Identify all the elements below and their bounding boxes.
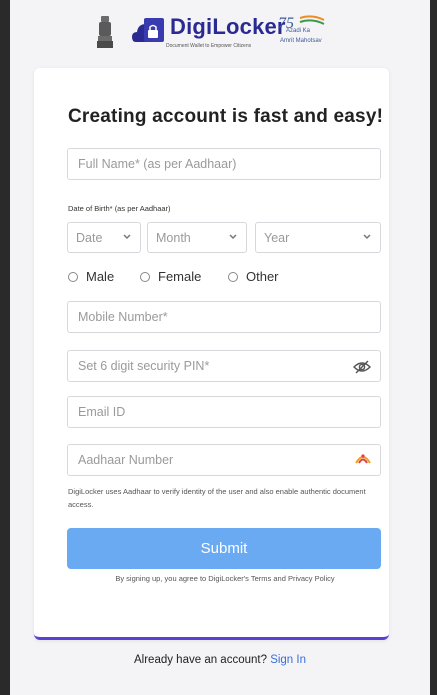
dob-month-select[interactable]: Month: [147, 222, 247, 253]
gender-radio-group: Male Female Other: [68, 269, 368, 289]
signup-card: Creating account is fast and easy! Date …: [34, 68, 389, 640]
signup-page: DigiLocker Document Wallet to Empower Ci…: [10, 0, 430, 695]
dob-date-value: Date: [76, 231, 103, 245]
dob-month-value: Month: [156, 231, 191, 245]
brand-name: DigiLocker: [170, 14, 286, 39]
full-name-input[interactable]: [67, 148, 381, 180]
already-have-account: Already have an account? Sign In: [10, 654, 430, 666]
gender-other-radio[interactable]: Other: [228, 269, 279, 284]
dob-year-select[interactable]: Year: [255, 222, 381, 253]
submit-button[interactable]: Submit: [67, 528, 381, 569]
gender-female-label: Female: [158, 269, 202, 284]
gender-male-radio[interactable]: Male: [68, 269, 114, 284]
aadhaar-logo-icon: [355, 454, 371, 464]
national-emblem-icon: [97, 16, 113, 48]
terms-text: By signing up, you agree to DigiLocker's…: [115, 574, 335, 583]
aadhaar-number-input[interactable]: [67, 444, 381, 476]
gender-male-label: Male: [86, 269, 115, 284]
eye-slash-icon[interactable]: [352, 359, 372, 375]
gender-other-label: Other: [246, 269, 279, 284]
dob-year-value: Year: [264, 231, 290, 245]
security-pin-input[interactable]: [67, 350, 381, 382]
sign-in-link[interactable]: Sign In: [270, 654, 306, 666]
email-input[interactable]: [67, 396, 381, 428]
form-title: Creating account is fast and easy!: [68, 106, 384, 127]
azadi-line2: Amrit Mahotsav: [280, 38, 322, 44]
chevron-down-icon: [229, 234, 237, 240]
radio-circle-icon: [68, 271, 78, 282]
azadi-line1: Azadi Ka: [286, 28, 311, 34]
dob-date-select[interactable]: Date: [67, 222, 141, 253]
mobile-number-input[interactable]: [67, 301, 381, 333]
aadhaar-help-text: DigiLocker uses Aadhaar to verify identi…: [68, 487, 366, 509]
dob-label: Date of Birth* (as per Aadhaar): [68, 204, 171, 213]
header: DigiLocker Document Wallet to Empower Ci…: [10, 8, 430, 58]
radio-circle-icon: [140, 271, 150, 282]
radio-circle-icon: [228, 271, 238, 282]
already-text: Already have an account?: [134, 654, 267, 666]
chevron-down-icon: [363, 234, 371, 240]
brand-tagline: Document Wallet to Empower Citizens: [166, 43, 252, 49]
chevron-down-icon: [123, 234, 131, 240]
gender-female-radio[interactable]: Female: [140, 269, 201, 284]
